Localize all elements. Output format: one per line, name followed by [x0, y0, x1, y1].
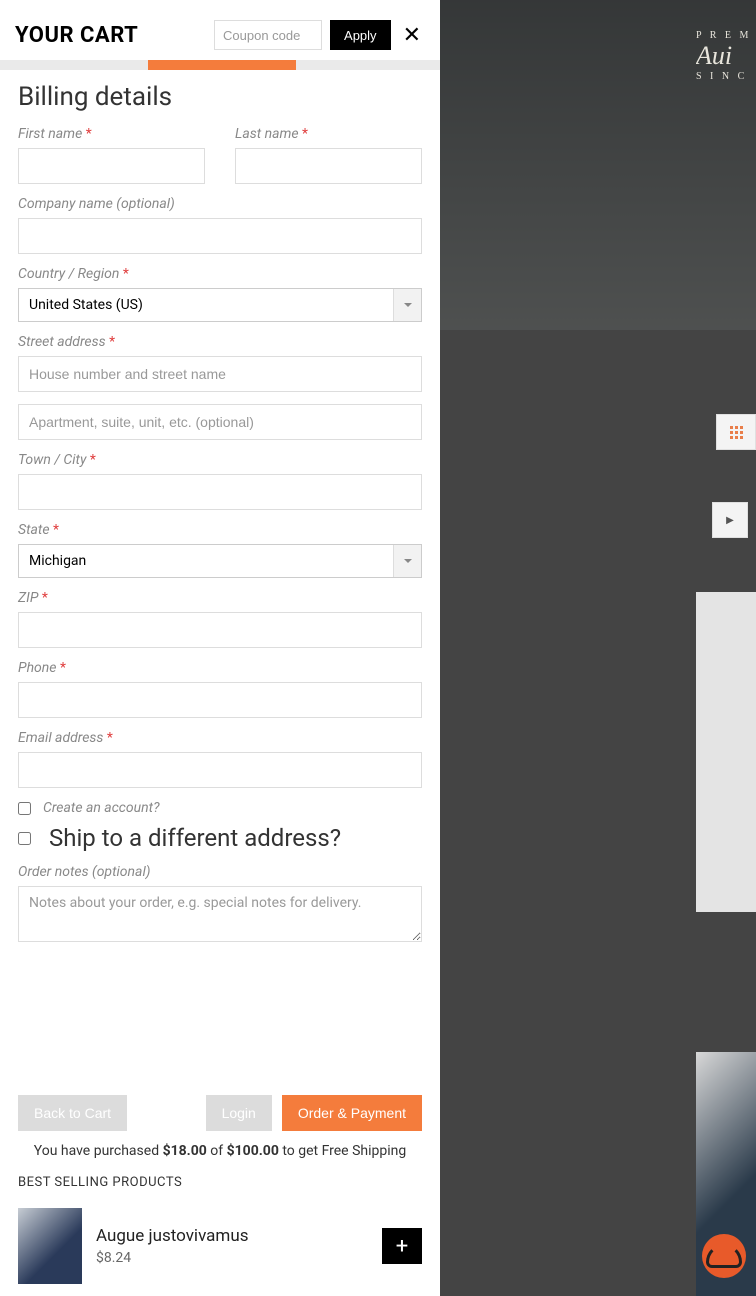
city-label: Town / City *: [18, 452, 422, 468]
create-account-checkbox[interactable]: [18, 802, 31, 815]
order-payment-button[interactable]: Order & Payment: [282, 1095, 422, 1131]
ship-different-label: Ship to a different address?: [49, 824, 341, 852]
product-info: Augue justovivamus $8.24: [96, 1226, 368, 1266]
state-label: State *: [18, 522, 422, 538]
back-to-cart-button[interactable]: Back to Cart: [18, 1095, 127, 1131]
best-selling-title: BEST SELLING PRODUCTS: [0, 1169, 440, 1196]
street2-input[interactable]: [18, 404, 422, 440]
login-button[interactable]: Login: [206, 1095, 272, 1131]
street-label: Street address *: [18, 334, 422, 350]
phone-label: Phone *: [18, 660, 422, 676]
product-card-1[interactable]: [696, 592, 756, 912]
state-select[interactable]: Michigan: [18, 544, 422, 578]
checkout-progress: [0, 60, 440, 70]
add-to-cart-button[interactable]: +: [382, 1228, 422, 1264]
carousel-next-button[interactable]: ▶: [712, 502, 748, 538]
brand-logo: P R E M Aui S I N C: [696, 30, 756, 130]
product-name[interactable]: Augue justovivamus: [96, 1226, 368, 1246]
best-selling-item: Augue justovivamus $8.24 +: [0, 1196, 440, 1296]
state-value: Michigan: [29, 553, 86, 569]
apply-coupon-button[interactable]: Apply: [330, 20, 391, 50]
country-value: United States (US): [29, 297, 143, 313]
progress-step-3: [296, 60, 440, 70]
drawer-header: YOUR CART Apply ✕: [0, 0, 440, 60]
email-label: Email address *: [18, 730, 422, 746]
first-name-label: First name *: [18, 126, 205, 142]
ship-different-checkbox[interactable]: [18, 832, 31, 845]
cart-title: YOUR CART: [15, 23, 206, 48]
zip-label: ZIP *: [18, 590, 422, 606]
email-input[interactable]: [18, 752, 422, 788]
close-icon[interactable]: ✕: [399, 23, 425, 48]
product-price: $8.24: [96, 1250, 368, 1266]
support-avatar[interactable]: [702, 1234, 746, 1278]
first-name-input[interactable]: [18, 148, 205, 184]
coupon-input[interactable]: [214, 20, 322, 50]
country-select[interactable]: United States (US): [18, 288, 422, 322]
last-name-label: Last name *: [235, 126, 422, 142]
progress-step-2: [148, 60, 296, 70]
free-shipping-message: You have purchased $18.00 of $100.00 to …: [0, 1139, 440, 1169]
company-label: Company name (optional): [18, 196, 422, 212]
order-notes-textarea[interactable]: [18, 886, 422, 942]
grid-icon: [730, 426, 743, 439]
create-account-label: Create an account?: [43, 800, 160, 816]
grid-view-button[interactable]: [716, 414, 756, 450]
city-input[interactable]: [18, 474, 422, 510]
last-name-input[interactable]: [235, 148, 422, 184]
footer-buttons: Back to Cart Login Order & Payment: [0, 1083, 440, 1139]
street1-input[interactable]: [18, 356, 422, 392]
order-notes-label: Order notes (optional): [18, 864, 422, 880]
country-label: Country / Region *: [18, 266, 422, 282]
billing-title: Billing details: [18, 82, 422, 112]
plus-icon: +: [396, 1234, 408, 1259]
zip-input[interactable]: [18, 612, 422, 648]
company-input[interactable]: [18, 218, 422, 254]
phone-input[interactable]: [18, 682, 422, 718]
progress-step-1: [0, 60, 148, 70]
billing-form: Billing details First name * Last name *…: [0, 70, 440, 1083]
chevron-down-icon: [393, 289, 421, 321]
product-thumbnail[interactable]: [18, 1208, 82, 1284]
chevron-down-icon: [393, 545, 421, 577]
cart-drawer: YOUR CART Apply ✕ Billing details First …: [0, 0, 440, 1296]
